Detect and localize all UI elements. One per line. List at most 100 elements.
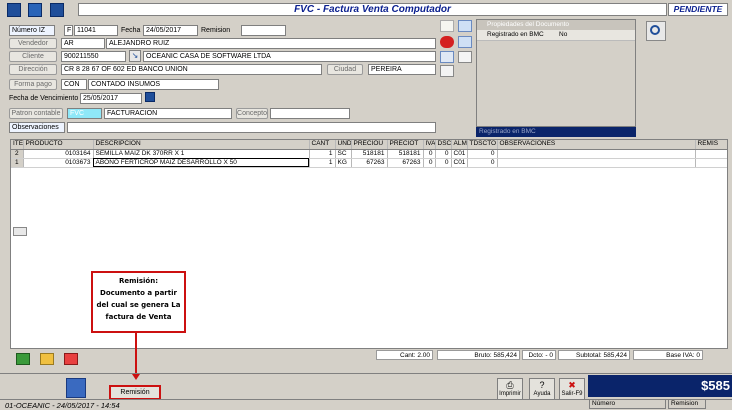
- col-und[interactable]: UND: [335, 140, 352, 150]
- properties-row-value[interactable]: No: [559, 31, 567, 38]
- cell-iva[interactable]: 0: [423, 158, 436, 168]
- col-preciou[interactable]: PRECIOU: [351, 140, 388, 150]
- delete-row-icon[interactable]: [64, 353, 78, 365]
- table-row[interactable]: 2 0103164 SEMILLA MAIZ DK 370RR X 1 1 SC…: [11, 149, 727, 159]
- exit-icon: ✖: [568, 380, 576, 390]
- total-subtotal: Subtotal: 585,424: [558, 350, 630, 360]
- total-cant: Cant: 2.00: [376, 350, 433, 360]
- cell-iva[interactable]: 0: [423, 149, 436, 159]
- ciudad-button[interactable]: Ciudad: [327, 64, 363, 75]
- fecha-field[interactable]: 24/05/2017: [143, 25, 198, 36]
- observaciones-field[interactable]: [67, 122, 436, 133]
- col-remis[interactable]: REMIS: [695, 140, 727, 150]
- edit-icon[interactable]: [440, 65, 454, 77]
- cell-remis[interactable]: [695, 149, 727, 159]
- toolbar-new-button[interactable]: [7, 3, 21, 17]
- calendar-icon[interactable]: [145, 92, 155, 102]
- cell-remis[interactable]: [695, 158, 727, 168]
- total-bruto: Bruto: 585,424: [437, 350, 520, 360]
- col-preciot[interactable]: PRECIOT: [387, 140, 424, 150]
- cell-preciou[interactable]: 518181: [351, 149, 388, 159]
- cell-dsct[interactable]: 0: [435, 158, 452, 168]
- cell-descripcion[interactable]: SEMILLA MAIZ DK 370RR X 1: [93, 149, 310, 159]
- transfer-icon[interactable]: [458, 36, 472, 48]
- cliente-lookup-icon[interactable]: ↘: [129, 50, 141, 62]
- grid-small-icon[interactable]: [13, 227, 27, 236]
- cell-descripcion[interactable]: ABONO FERTICROP MAIZ DESARROLLO X 50: [93, 158, 310, 168]
- big-total-display: $585: [588, 375, 732, 397]
- cell-dsct[interactable]: 0: [435, 149, 452, 159]
- remision-button[interactable]: Remisión: [109, 385, 161, 400]
- patron-code-field[interactable]: FVC: [67, 108, 102, 119]
- col-iva[interactable]: IVA: [423, 140, 436, 150]
- col-ite[interactable]: ITE: [11, 140, 24, 150]
- remision-label: Remision: [201, 27, 231, 34]
- cell-observaciones[interactable]: [497, 158, 696, 168]
- help-button[interactable]: ? Ayuda: [529, 378, 555, 400]
- concepto-button[interactable]: Concepto: [236, 108, 268, 119]
- edit-row-icon[interactable]: [40, 353, 54, 365]
- vendedor-code-field[interactable]: AR: [61, 38, 105, 49]
- col-observaciones[interactable]: OBSERVACIONES: [497, 140, 696, 150]
- cliente-button[interactable]: Cliente: [9, 51, 57, 62]
- col-producto[interactable]: PRODUCTO: [23, 140, 94, 150]
- formapago-button[interactable]: Forma pago: [9, 79, 57, 90]
- cell-preciot[interactable]: 518181: [387, 149, 424, 159]
- formapago-code-field[interactable]: CON: [61, 79, 87, 90]
- cancel-icon[interactable]: [440, 36, 454, 48]
- document-list-icon[interactable]: [66, 378, 86, 398]
- direccion-field[interactable]: CR 8 28 67 OF 602 ED BANCO UNION: [61, 64, 322, 75]
- cliente-code-field[interactable]: 900211550: [61, 51, 126, 62]
- cell-preciou[interactable]: 67263: [351, 158, 388, 168]
- mail-icon[interactable]: [440, 51, 454, 63]
- status-numero: Número: [589, 399, 666, 409]
- cell-cant[interactable]: 1: [309, 149, 336, 159]
- observaciones-label: Observaciones: [9, 122, 65, 133]
- toolbar-next-button[interactable]: [50, 3, 64, 17]
- cell-ite: 1: [11, 158, 24, 168]
- annotation-callout: Remisión: Documento a partir del cual se…: [91, 271, 186, 333]
- exit-button[interactable]: ✖ Salir-F9: [559, 378, 585, 400]
- cell-alm[interactable]: C01: [451, 158, 468, 168]
- properties-row-label: Registrado en BMC: [487, 31, 544, 38]
- import-icon[interactable]: [458, 20, 472, 32]
- remision-field[interactable]: [241, 25, 286, 36]
- cell-tdscto[interactable]: 0: [467, 158, 498, 168]
- table-row[interactable]: 1 0103673 ABONO FERTICROP MAIZ DESARROLL…: [11, 158, 727, 168]
- copy-icon[interactable]: [458, 51, 472, 63]
- vencimiento-label: Fecha de Vencimiento: [9, 95, 79, 102]
- vencimiento-field[interactable]: 25/05/2017: [80, 93, 142, 104]
- fecha-label: Fecha: [121, 27, 141, 34]
- print-button[interactable]: ⎙ Imprimir: [497, 378, 523, 400]
- cell-producto[interactable]: 0103164: [23, 149, 94, 159]
- col-descripcion[interactable]: DESCRIPCION: [93, 140, 310, 150]
- cell-observaciones[interactable]: [497, 149, 696, 159]
- add-row-icon[interactable]: [16, 353, 30, 365]
- cell-alm[interactable]: C01: [451, 149, 468, 159]
- cell-preciot[interactable]: 67263: [387, 158, 424, 168]
- grid-header: ITE PRODUCTO DESCRIPCION CANT UND PRECIO…: [11, 140, 727, 150]
- col-alm[interactable]: ALM: [451, 140, 468, 150]
- cell-tdscto[interactable]: 0: [467, 149, 498, 159]
- search-icon[interactable]: [646, 21, 666, 41]
- numero-prefix-field[interactable]: F: [64, 25, 73, 36]
- total-base-iva: Base IVA: 0: [633, 350, 703, 360]
- direccion-button[interactable]: Dirección: [9, 64, 57, 75]
- patron-button[interactable]: Patron contable: [9, 108, 63, 119]
- numero-field[interactable]: 11041: [74, 25, 118, 36]
- new-document-icon[interactable]: [440, 20, 454, 32]
- col-tdscto[interactable]: TDSCTO: [467, 140, 498, 150]
- toolbar-search-button[interactable]: [28, 3, 42, 17]
- window-title: FVC - Factura Venta Computador: [78, 3, 667, 16]
- col-dsct[interactable]: DSCT: [435, 140, 452, 150]
- total-dcto: Dcto: - 0: [522, 350, 556, 360]
- col-cant[interactable]: CANT: [309, 140, 336, 150]
- concepto-field[interactable]: [270, 108, 350, 119]
- divider: [0, 373, 732, 374]
- cell-und[interactable]: KG: [335, 158, 352, 168]
- cliente-name-field: OCEANIC CASA DE SOFTWARE LTDA: [143, 51, 436, 62]
- cell-producto[interactable]: 0103673: [23, 158, 94, 168]
- vendedor-button[interactable]: Vendedor: [9, 38, 57, 49]
- cell-und[interactable]: SC: [335, 149, 352, 159]
- cell-cant[interactable]: 1: [309, 158, 336, 168]
